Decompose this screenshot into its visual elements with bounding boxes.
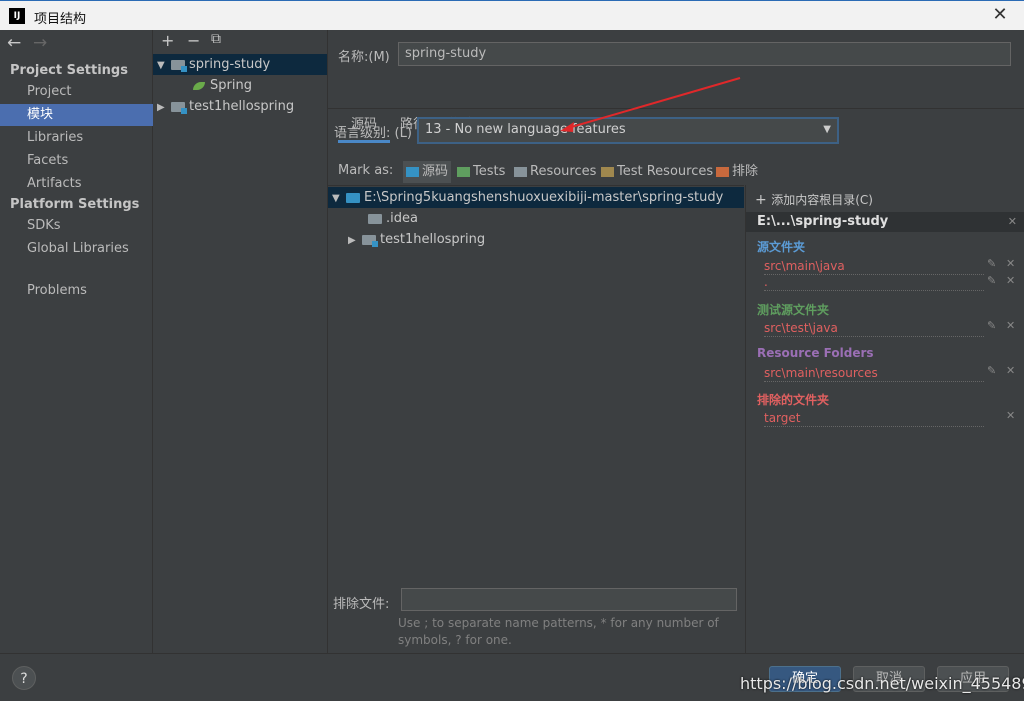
tree-item-spring-facet[interactable]: Spring — [153, 75, 327, 96]
remove-icon[interactable]: ✕ — [1006, 319, 1015, 332]
edit-pencil-icon[interactable]: ✎ — [987, 319, 996, 332]
sidebar-item-libraries[interactable]: Libraries — [0, 127, 153, 149]
sidebar-item-facets[interactable]: Facets — [0, 150, 153, 172]
excluded-folders-title: 排除的文件夹 — [757, 393, 830, 407]
content-root-tree: ▼ E:\Spring5kuangshenshuoxuexibiji-master… — [328, 185, 744, 654]
source-folders-title: 源文件夹 — [757, 240, 806, 254]
test-resources-folder-icon — [601, 166, 614, 177]
tree-item-label: .idea — [386, 211, 418, 226]
mark-sources-button[interactable]: 源码 — [403, 161, 452, 183]
platform-settings-header: Platform Settings — [10, 197, 140, 212]
module-tree-panel: + − ⧉ ▼ spring-study Spring ▶ test1hellosp… — [153, 30, 328, 653]
remove-icon[interactable]: ✕ — [1006, 257, 1015, 270]
add-content-root-button[interactable]: + 添加内容根目录(C) — [755, 191, 873, 208]
sidebar-item-project[interactable]: Project — [0, 81, 153, 103]
source-folder-path: src\main\java — [764, 258, 984, 275]
test-source-folder-path: src\test\java — [764, 320, 984, 337]
sidebar-item-artifacts[interactable]: Artifacts — [0, 173, 153, 195]
tree-item-label: spring-study — [189, 57, 271, 72]
mark-as-label: Mark as: — [338, 163, 394, 178]
window-title: 项目结构 — [34, 12, 87, 27]
remove-module-icon[interactable]: − — [187, 31, 200, 50]
close-icon[interactable]: ✕ — [990, 4, 1010, 26]
expanded-triangle-icon[interactable]: ▼ — [157, 55, 171, 76]
resource-folder-path: src\main\resources — [764, 365, 984, 382]
folder-icon — [368, 213, 382, 224]
title-bar: IJ 项目结构 ✕ — [0, 0, 1024, 30]
plus-icon: + — [755, 192, 772, 208]
tests-folder-icon — [457, 166, 470, 177]
collapsed-triangle-icon[interactable]: ▶ — [348, 230, 362, 251]
tree-item-label: Spring — [210, 78, 252, 93]
folder-icon — [362, 234, 378, 247]
source-folder-icon — [346, 192, 360, 203]
tree-item-label: test1hellospring — [380, 232, 486, 247]
sidebar-item-global-libraries[interactable]: Global Libraries — [0, 238, 153, 260]
remove-icon[interactable]: ✕ — [1006, 364, 1015, 377]
copy-module-icon[interactable]: ⧉ — [211, 31, 221, 47]
tree-item-label: E:\Spring5kuangshenshuoxuexibiji-master\… — [364, 190, 724, 205]
test-source-folders-title: 测试源文件夹 — [757, 303, 830, 317]
tree-item-idea[interactable]: .idea — [328, 208, 744, 229]
resource-folders-title: Resource Folders — [757, 346, 874, 360]
tree-item-content-root[interactable]: ▼ E:\Spring5kuangshenshuoxuexibiji-master… — [328, 187, 744, 208]
tree-item-test1hellospring-folder[interactable]: ▶ test1hellospring — [328, 229, 744, 250]
tree-item-spring-study[interactable]: ▼ spring-study — [153, 54, 327, 75]
mark-resources-button[interactable]: Resources — [514, 161, 596, 183]
settings-sidebar: ← → Project Settings Project 模块 Librarie… — [0, 30, 153, 653]
excluded-folder-path: target — [764, 410, 984, 427]
project-settings-header: Project Settings — [10, 63, 128, 78]
exclude-hint-line2: symbols, ? for one. — [398, 633, 512, 647]
exclude-hint-line1: Use ; to separate name patterns, * for a… — [398, 616, 719, 630]
module-folder-icon — [171, 59, 187, 72]
tree-item-label: test1hellospring — [189, 99, 295, 114]
edit-pencil-icon[interactable]: ✎ — [987, 364, 996, 377]
expanded-triangle-icon[interactable]: ▼ — [332, 188, 346, 209]
edit-pencil-icon[interactable]: ✎ — [987, 274, 996, 287]
tree-item-test1hellospring[interactable]: ▶ test1hellospring — [153, 96, 327, 117]
sidebar-item-problems[interactable]: Problems — [0, 280, 153, 302]
exclude-files-label: 排除文件: — [333, 597, 390, 612]
help-button[interactable]: ? — [12, 666, 36, 690]
remove-root-icon[interactable]: ✕ — [1008, 212, 1017, 232]
remove-icon[interactable]: ✕ — [1006, 409, 1015, 422]
dialog-button-bar: ? 确定 取消 应用 https://blog.csdn.net/weixin_… — [0, 653, 1024, 701]
remove-icon[interactable]: ✕ — [1006, 274, 1015, 287]
back-arrow-icon[interactable]: ← — [7, 33, 21, 53]
exclude-files-field[interactable] — [401, 588, 737, 611]
add-module-icon[interactable]: + — [161, 31, 174, 50]
content-root-path: E:\...\spring-study ✕ — [746, 212, 1024, 232]
mark-excluded-button[interactable]: 排除 — [716, 161, 758, 183]
mark-test-resources-button[interactable]: Test Resources — [601, 161, 713, 183]
content-roots-panel: + 添加内容根目录(C) E:\...\spring-study ✕ 源文件夹 s… — [745, 185, 1024, 653]
spring-leaf-icon — [193, 81, 205, 90]
intellij-app-icon: IJ — [9, 8, 25, 24]
collapsed-triangle-icon[interactable]: ▶ — [157, 97, 171, 118]
forward-arrow-icon[interactable]: → — [33, 33, 47, 53]
watermark-text: https://blog.csdn.net/weixin_45548912 — [740, 674, 1024, 693]
source-folder-path: . — [764, 274, 984, 291]
edit-pencil-icon[interactable]: ✎ — [987, 257, 996, 270]
sidebar-item-modules[interactable]: 模块 — [0, 104, 153, 126]
sources-folder-icon — [406, 166, 419, 177]
sidebar-item-sdks[interactable]: SDKs — [0, 215, 153, 237]
mark-tests-button[interactable]: Tests — [457, 161, 505, 183]
excluded-folder-icon — [716, 166, 729, 177]
red-annotation-arrow — [560, 77, 741, 132]
resources-folder-icon — [514, 166, 527, 177]
module-folder-icon — [171, 101, 187, 114]
